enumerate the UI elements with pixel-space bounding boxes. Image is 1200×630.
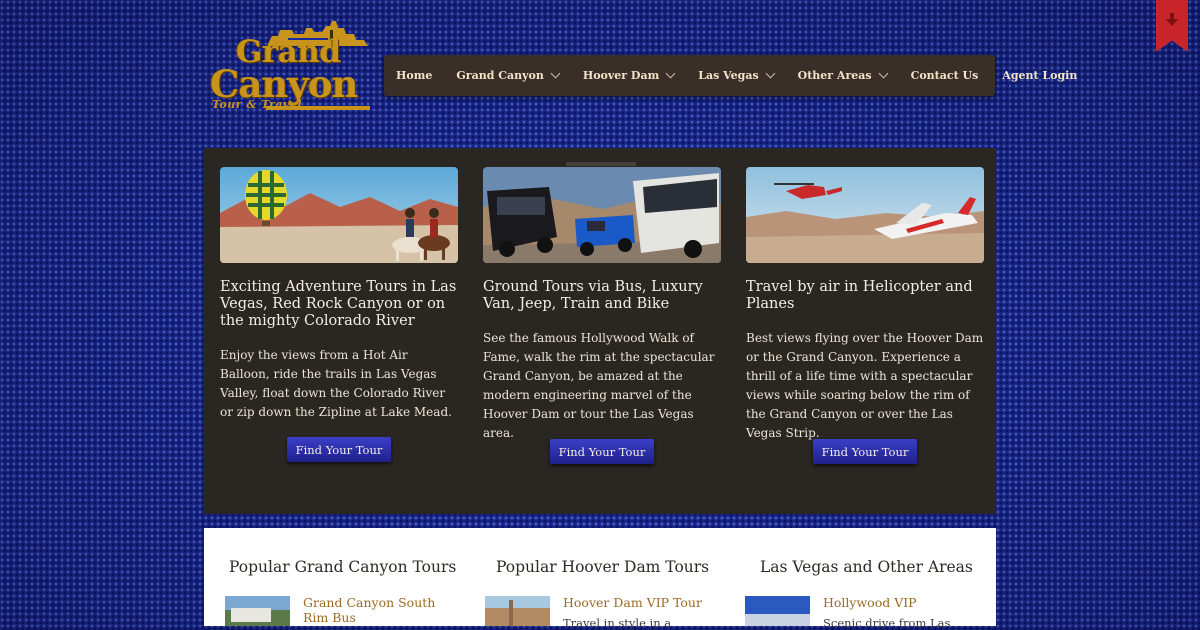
nav-grand-canyon[interactable]: Grand Canyon: [456, 68, 561, 82]
section-heading: Las Vegas and Other Areas: [760, 558, 973, 576]
adventure-tours-card: Exciting Adventure Tours in Las Vegas, R…: [220, 167, 458, 462]
nav-home[interactable]: Home: [396, 69, 432, 82]
find-your-tour-button[interactable]: Find Your Tour: [813, 439, 917, 464]
main-nav: Home Grand Canyon Hoover Dam Las Vegas O…: [384, 55, 1077, 96]
popular-tours-section: Popular Grand Canyon Tours Grand Canyon …: [204, 528, 996, 630]
site-logo[interactable]: Grand Canyon Tour & Travel: [208, 18, 372, 114]
download-arrow-icon: [1166, 13, 1178, 26]
chevron-down-icon: [765, 68, 776, 79]
nav-hoover-dam[interactable]: Hoover Dam: [582, 68, 676, 82]
nav-label: Hoover Dam: [582, 69, 660, 82]
nav-label: Other Areas: [797, 69, 872, 82]
download-ribbon[interactable]: [1156, 0, 1188, 52]
card-description: Enjoy the views from a Hot Air Balloon, …: [220, 348, 452, 419]
tour-description: Travel in style in a: [563, 616, 672, 630]
nav-label: Contact Us: [910, 69, 979, 82]
find-your-tour-button[interactable]: Find Your Tour: [550, 439, 654, 464]
nav-label: Grand Canyon: [456, 69, 544, 82]
air-tours-card: Travel by air in Helicopter and Planes B…: [746, 167, 984, 464]
nav-las-vegas[interactable]: Las Vegas: [698, 68, 776, 82]
featured-panel: Exciting Adventure Tours in Las Vegas, R…: [204, 148, 996, 514]
tour-link[interactable]: Hoover Dam VIP Tour: [563, 595, 703, 610]
card-description: See the famous Hollywood Walk of Fame, w…: [483, 331, 715, 440]
card-description: Best views flying over the Hoover Dam or…: [746, 331, 984, 440]
nav-agent-login[interactable]: Agent Login: [1002, 69, 1077, 82]
find-your-tour-button[interactable]: Find Your Tour: [287, 437, 391, 462]
hoover-dam-thumbnail[interactable]: [485, 596, 550, 626]
nav-label: Home: [396, 69, 433, 82]
section-heading: Popular Grand Canyon Tours: [229, 558, 457, 576]
logo-tagline: Tour & Travel: [212, 98, 303, 111]
chevron-down-icon: [550, 68, 561, 79]
grand-canyon-bus-thumbnail[interactable]: [225, 596, 290, 626]
ground-tours-image[interactable]: [483, 167, 721, 263]
nav-label: Las Vegas: [698, 69, 759, 82]
tour-link[interactable]: Hollywood VIP: [823, 595, 963, 610]
tour-description: Scenic drive from Las: [823, 616, 951, 630]
card-title: Exciting Adventure Tours in Las Vegas, R…: [220, 279, 457, 329]
card-title: Ground Tours via Bus, Luxury Van, Jeep, …: [483, 279, 703, 312]
hollywood-thumbnail[interactable]: [745, 596, 810, 626]
panel-divider: [566, 162, 636, 166]
nav-label: Agent Login: [1002, 69, 1078, 82]
nav-other-areas[interactable]: Other Areas: [797, 68, 889, 82]
tour-link[interactable]: Grand Canyon South Rim Bus: [303, 595, 443, 625]
card-title: Travel by air in Helicopter and Planes: [746, 279, 973, 312]
ground-tours-card: Ground Tours via Bus, Luxury Van, Jeep, …: [483, 167, 721, 464]
section-heading: Popular Hoover Dam Tours: [496, 558, 710, 576]
chevron-down-icon: [665, 68, 676, 79]
nav-contact-us[interactable]: Contact Us: [911, 69, 979, 82]
air-tours-image[interactable]: [746, 167, 984, 263]
adventure-tours-image[interactable]: [220, 167, 458, 263]
chevron-down-icon: [878, 68, 889, 79]
